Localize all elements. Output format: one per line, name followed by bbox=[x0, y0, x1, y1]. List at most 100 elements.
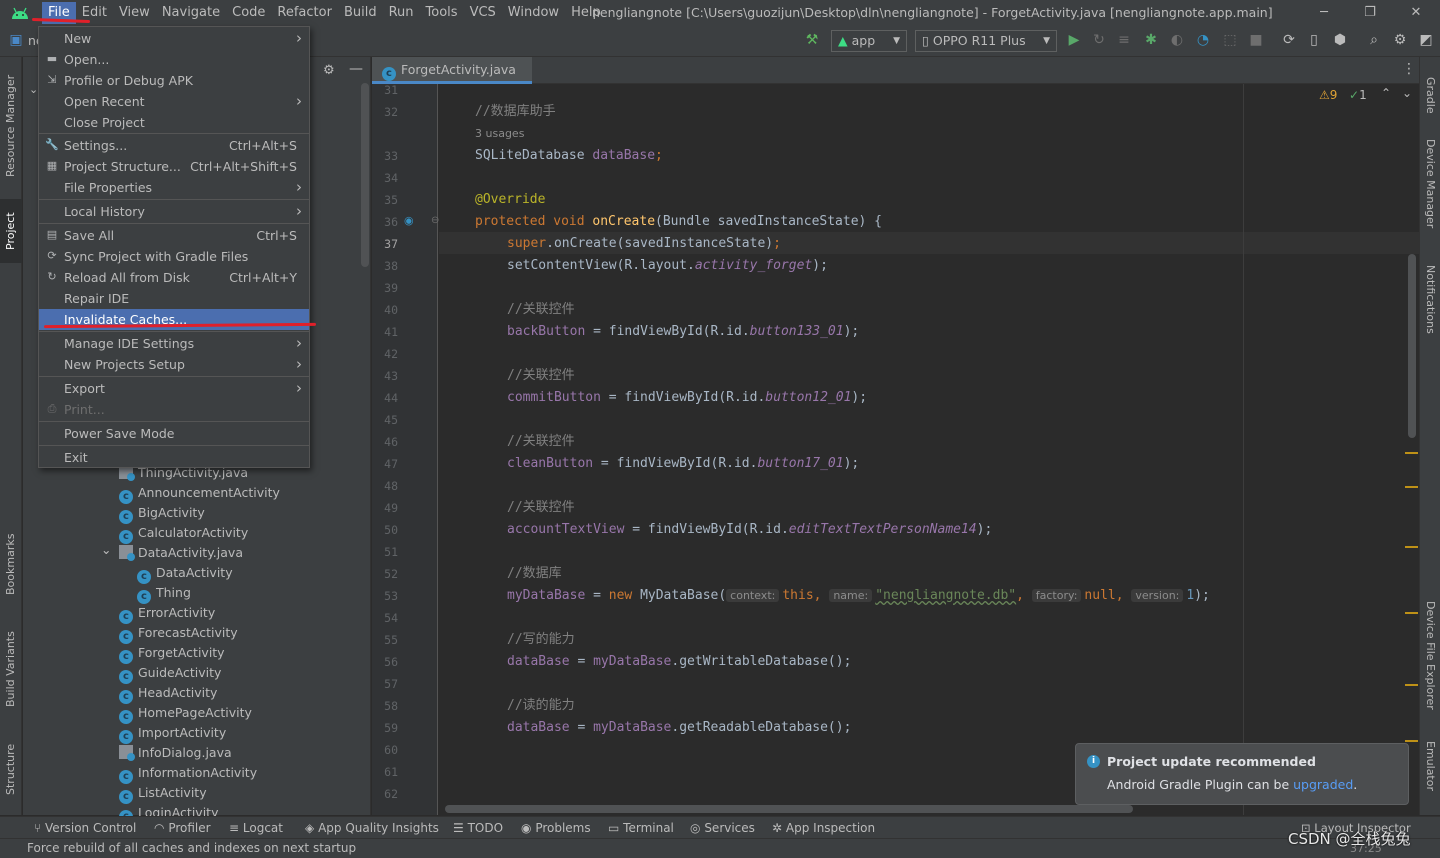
apply-changes-icon[interactable]: ↻ bbox=[1091, 32, 1107, 48]
run-icon[interactable]: ▶ bbox=[1066, 32, 1082, 48]
menu-item-open-recent[interactable]: Open Recent › bbox=[39, 91, 309, 112]
menu-refactor[interactable]: Refactor bbox=[271, 2, 338, 24]
previous-highlight-icon[interactable]: ⌃ bbox=[1381, 86, 1391, 100]
chevron-down-icon[interactable]: ⌄ bbox=[101, 540, 111, 560]
menu-item-sync-project-with-gradle-files[interactable]: ⟳ Sync Project with Gradle Files bbox=[39, 246, 309, 267]
warning-stripe-mark[interactable] bbox=[1405, 684, 1418, 686]
menu-item-exit[interactable]: Exit bbox=[39, 447, 309, 468]
tab-gradle[interactable]: Gradle bbox=[1420, 77, 1440, 123]
project-view-icon[interactable]: ▣ bbox=[8, 32, 24, 48]
tree-item[interactable]: c AnnouncementActivity bbox=[119, 483, 280, 504]
tab-terminal[interactable]: ▭ Terminal bbox=[608, 817, 674, 839]
notification-balloon[interactable]: i Project update recommended Android Gra… bbox=[1075, 743, 1409, 805]
gradle-sync-icon[interactable]: ⟳ bbox=[1281, 32, 1297, 48]
code-with-me-icon[interactable]: ◩ bbox=[1418, 32, 1434, 48]
menu-item-save-all[interactable]: ▤ Save All Ctrl+S bbox=[39, 225, 309, 246]
menu-item-file-properties[interactable]: File Properties › bbox=[39, 177, 309, 198]
tab-notifications[interactable]: Notifications bbox=[1420, 265, 1440, 355]
menu-item-repair-ide[interactable]: Repair IDE bbox=[39, 288, 309, 309]
weak-warning-count[interactable]: ✓1 bbox=[1349, 88, 1367, 102]
tab-build-variants[interactable]: Build Variants bbox=[0, 621, 22, 717]
tab-project[interactable]: Project bbox=[0, 199, 22, 263]
menu-item-open[interactable]: ▬ Open... bbox=[39, 49, 309, 70]
code-editor[interactable]: //数据库助手 3 usages SQLiteDatabase dataBase… bbox=[439, 84, 1419, 815]
project-scrollbar[interactable] bbox=[361, 83, 369, 267]
apply-code-changes-icon[interactable]: ≡ bbox=[1116, 32, 1132, 48]
tree-item[interactable]: c HomePageActivity bbox=[119, 703, 252, 724]
menu-item-manage-ide-settings[interactable]: Manage IDE Settings › bbox=[39, 333, 309, 354]
menu-item-profile-or-debug-apk[interactable]: ⇲ Profile or Debug APK bbox=[39, 70, 309, 91]
menu-item-settings[interactable]: 🔧 Settings... Ctrl+Alt+S bbox=[39, 135, 309, 156]
menu-vcs[interactable]: VCS bbox=[464, 2, 502, 24]
override-marker-icon[interactable]: ◉ bbox=[404, 214, 414, 227]
tree-item[interactable]: c HeadActivity bbox=[119, 683, 217, 704]
menu-build[interactable]: Build bbox=[338, 2, 383, 24]
upgrade-link[interactable]: upgraded bbox=[1293, 777, 1353, 792]
device-manager-icon[interactable]: ▯ bbox=[1306, 32, 1322, 48]
tree-item[interactable]: c ForgetActivity bbox=[119, 643, 225, 664]
warning-stripe-mark[interactable] bbox=[1405, 546, 1418, 548]
minimize-button[interactable]: ─ bbox=[1301, 0, 1347, 26]
menu-item-new-projects-setup[interactable]: New Projects Setup › bbox=[39, 354, 309, 375]
tab-logcat[interactable]: ≡ Logcat bbox=[229, 817, 283, 839]
warning-count[interactable]: ⚠9 bbox=[1319, 88, 1337, 102]
tab-app-inspection[interactable]: ✲ App Inspection bbox=[772, 817, 875, 839]
tab-structure[interactable]: Structure bbox=[0, 733, 22, 805]
coverage-icon[interactable]: ◐ bbox=[1169, 32, 1185, 48]
editor-horizontal-scrollbar[interactable] bbox=[445, 805, 1133, 813]
menu-code[interactable]: Code bbox=[226, 2, 271, 24]
usages-hint[interactable]: 3 usages bbox=[475, 127, 524, 140]
device-dropdown[interactable]: ▯ OPPO R11 Plus ▼ bbox=[915, 30, 1057, 52]
tree-item[interactable]: c DataActivity bbox=[137, 563, 233, 584]
menu-tools[interactable]: Tools bbox=[420, 2, 464, 24]
menu-item-close-project[interactable]: Close Project bbox=[39, 112, 309, 133]
debug-icon[interactable]: ✱ bbox=[1143, 32, 1159, 48]
gear-icon[interactable]: ⚙ bbox=[1392, 32, 1408, 48]
editor-vertical-scrollbar[interactable] bbox=[1408, 254, 1416, 438]
tab-problems[interactable]: ◉ Problems bbox=[521, 817, 591, 839]
attach-debugger-icon[interactable]: ⬚ bbox=[1222, 32, 1238, 48]
tab-version-control[interactable]: ⑂ Version Control bbox=[34, 817, 136, 839]
tree-item[interactable]: c Thing bbox=[137, 583, 191, 604]
tab-todo[interactable]: ☰ TODO bbox=[453, 817, 503, 839]
menu-view[interactable]: View bbox=[113, 2, 156, 24]
tree-item[interactable]: c InformationActivity bbox=[119, 763, 257, 784]
menu-item-local-history[interactable]: Local History › bbox=[39, 201, 309, 222]
tree-item[interactable]: c GuideActivity bbox=[119, 663, 221, 684]
menu-item-export[interactable]: Export › bbox=[39, 378, 309, 399]
tree-item[interactable]: InfoDialog.java bbox=[119, 743, 232, 763]
tree-item[interactable]: ⌄ DataActivity.java bbox=[101, 542, 243, 563]
menu-window[interactable]: Window bbox=[502, 2, 565, 24]
tree-item[interactable]: c ForecastActivity bbox=[119, 623, 238, 644]
tab-bookmarks[interactable]: Bookmarks bbox=[0, 523, 22, 605]
close-window-button[interactable]: ✕ bbox=[1393, 0, 1439, 26]
tab-profiler[interactable]: ◠ Profiler bbox=[154, 817, 211, 839]
next-highlight-icon[interactable]: ⌄ bbox=[1402, 86, 1412, 100]
tab-device-manager[interactable]: Device Manager bbox=[1420, 139, 1440, 243]
tab-device-file-explorer[interactable]: Device File Explorer bbox=[1420, 601, 1440, 721]
tree-item[interactable]: c ListActivity bbox=[119, 783, 207, 804]
tree-item[interactable]: c ImportActivity bbox=[119, 723, 226, 744]
run-config-dropdown[interactable]: ▲ app ▼ bbox=[831, 30, 907, 52]
tab-emulator[interactable]: Emulator bbox=[1420, 741, 1440, 805]
more-tabs-icon[interactable]: ⋮ bbox=[1402, 61, 1416, 77]
menu-navigate[interactable]: Navigate bbox=[156, 2, 226, 24]
tab-resource-manager[interactable]: Resource Manager bbox=[0, 67, 22, 185]
search-icon[interactable]: ⌕ bbox=[1366, 32, 1382, 48]
tree-item[interactable]: c ErrorActivity bbox=[119, 603, 215, 624]
tree-item[interactable]: c BigActivity bbox=[119, 503, 205, 524]
menu-run[interactable]: Run bbox=[383, 2, 420, 24]
hammer-icon[interactable]: ⚒ bbox=[804, 32, 820, 48]
profile-icon[interactable]: ◔ bbox=[1195, 32, 1211, 48]
menu-item-reload-all-from-disk[interactable]: ↻ Reload All from Disk Ctrl+Alt+Y bbox=[39, 267, 309, 288]
stop-icon[interactable]: ■ bbox=[1248, 32, 1264, 48]
menu-item-project-structure[interactable]: ▦ Project Structure... Ctrl+Alt+Shift+S bbox=[39, 156, 309, 177]
warning-stripe-mark[interactable] bbox=[1405, 740, 1418, 742]
maximize-button[interactable]: ❐ bbox=[1347, 0, 1393, 26]
warning-stripe-mark[interactable] bbox=[1405, 486, 1418, 488]
sdk-manager-icon[interactable]: ⬢ bbox=[1332, 32, 1348, 48]
warning-stripe-mark[interactable] bbox=[1405, 452, 1418, 454]
menu-item-new[interactable]: New › bbox=[39, 28, 309, 49]
tab-app-quality-insights[interactable]: ◈ App Quality Insights bbox=[305, 817, 439, 839]
tab-services[interactable]: ◎ Services bbox=[690, 817, 755, 839]
